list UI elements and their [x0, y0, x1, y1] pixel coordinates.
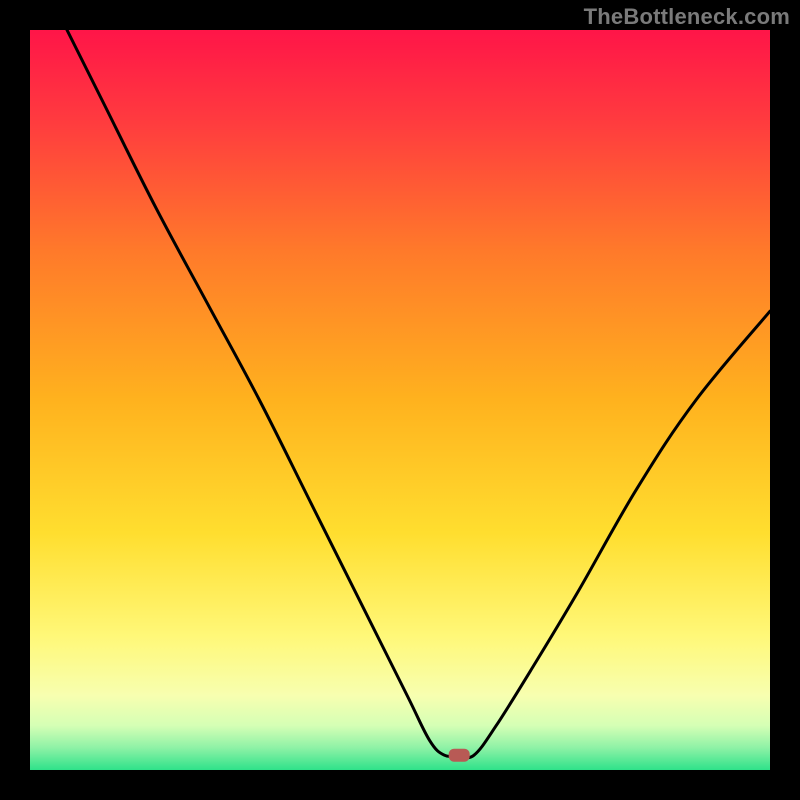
bottleneck-chart — [30, 30, 770, 770]
chart-frame: TheBottleneck.com — [0, 0, 800, 800]
plot-background — [30, 30, 770, 770]
watermark-label: TheBottleneck.com — [584, 4, 790, 30]
optimal-point-marker — [449, 749, 469, 761]
